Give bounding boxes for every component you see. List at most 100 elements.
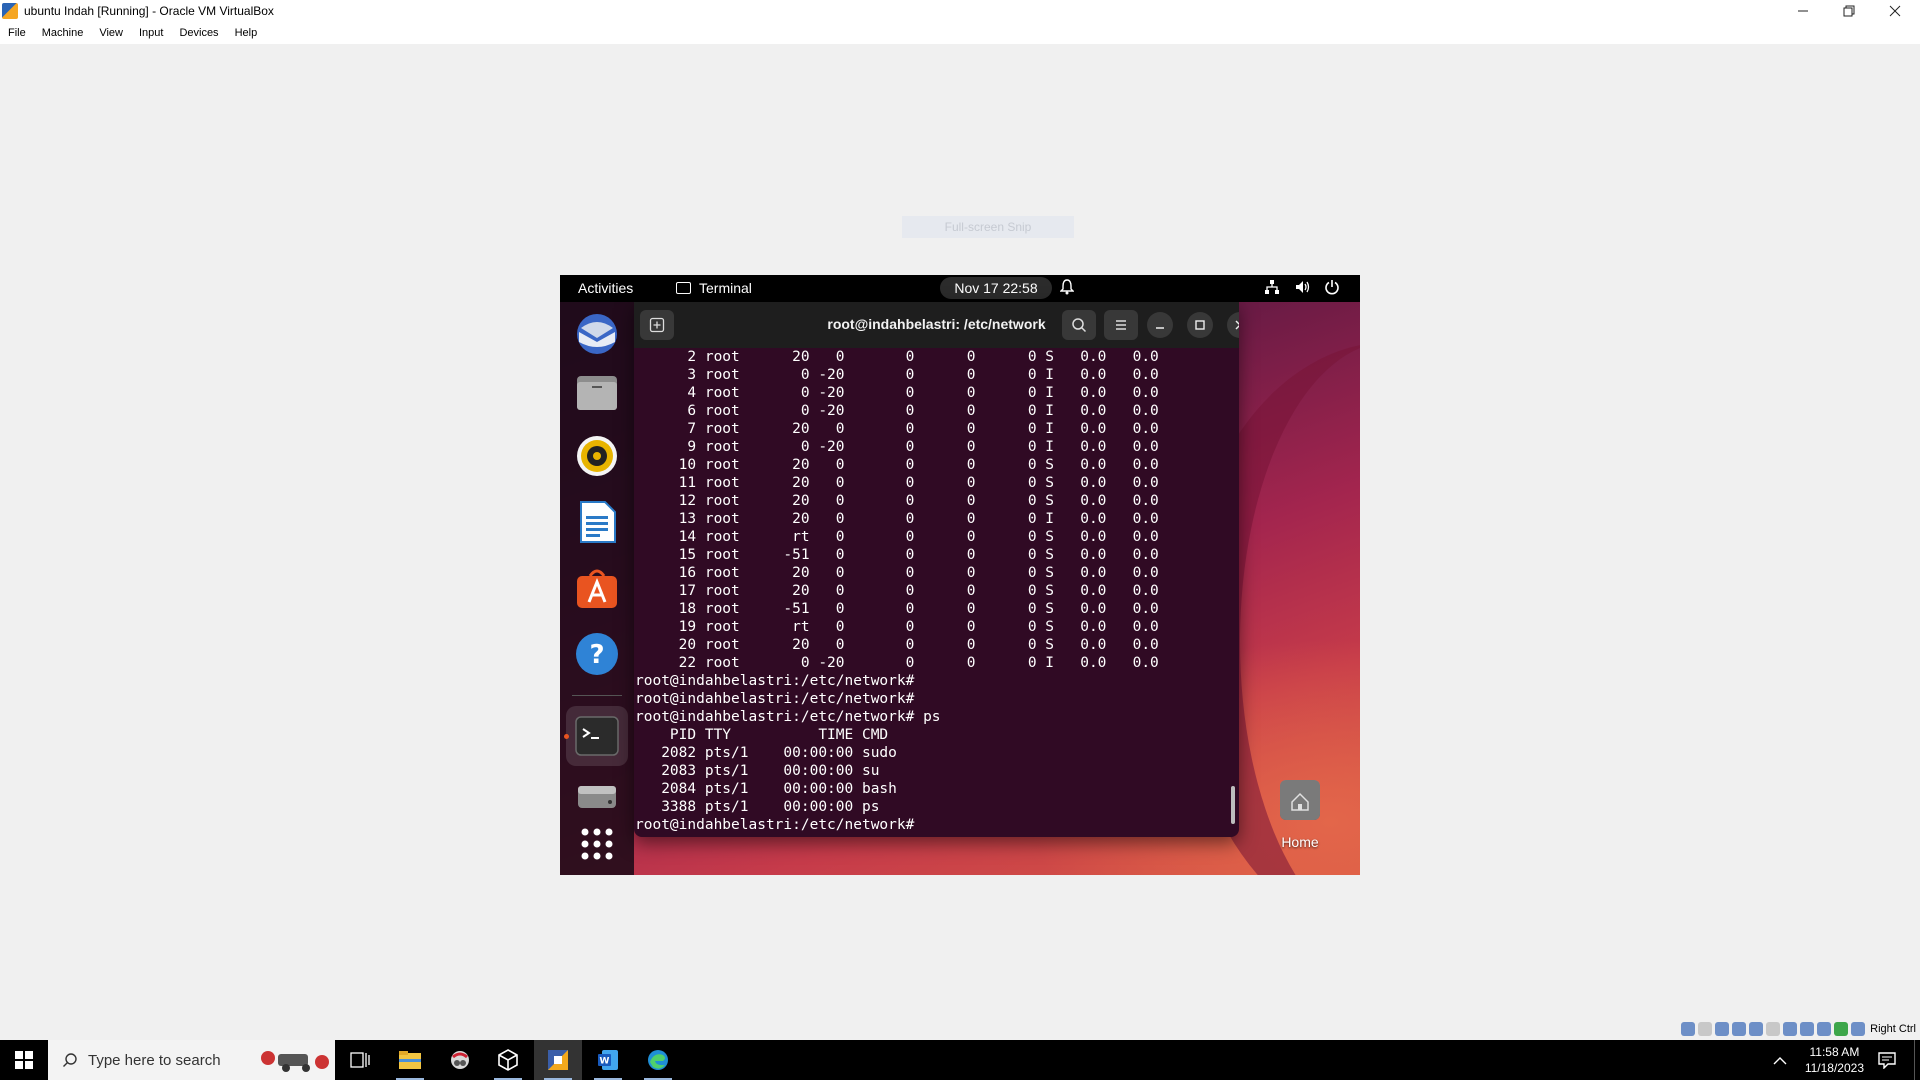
menu-view[interactable]: View bbox=[99, 27, 123, 39]
menu-file[interactable]: File bbox=[8, 27, 26, 39]
virtualbox-cube-icon bbox=[498, 1049, 518, 1071]
ubuntu-software-icon[interactable] bbox=[573, 564, 621, 612]
taskbar-virtualbox-vm-active[interactable] bbox=[534, 1040, 582, 1080]
guest-screen[interactable]: Activities Terminal Nov 17 22:58 ? root@… bbox=[560, 275, 1360, 875]
taskbar-date: 11/18/2023 bbox=[1804, 1061, 1864, 1075]
host-titlebar: ubuntu Indah [Running] - Oracle VM Virtu… bbox=[0, 0, 1920, 22]
notifications-icon[interactable] bbox=[1878, 1051, 1896, 1069]
thunderbird-icon[interactable] bbox=[573, 308, 621, 356]
notification-bell-icon bbox=[1060, 279, 1074, 295]
home-folder-icon[interactable] bbox=[1280, 780, 1320, 820]
recording-indicator-icon[interactable] bbox=[1800, 1022, 1815, 1036]
terminal-line: 13 root 20 0 0 0 0 I 0.0 0.0 bbox=[635, 511, 1159, 527]
rhythmbox-icon[interactable] bbox=[573, 432, 621, 480]
terminal-output[interactable]: 2 root 20 0 0 0 0 S 0.0 0.0 3 root 0 -20… bbox=[634, 348, 1239, 837]
file-explorer-icon bbox=[399, 1051, 421, 1069]
terminal-line: 20 root 20 0 0 0 0 S 0.0 0.0 bbox=[635, 637, 1159, 653]
hamburger-menu-icon bbox=[1116, 320, 1126, 330]
terminal-line: 18 root -51 0 0 0 0 S 0.0 0.0 bbox=[635, 601, 1159, 617]
clock-button[interactable]: Nov 17 22:58 bbox=[940, 277, 1052, 299]
terminal-maximize-button[interactable] bbox=[1187, 312, 1213, 338]
terminal-line: 3 root 0 -20 0 0 0 I 0.0 0.0 bbox=[635, 367, 1159, 383]
terminal-line: 2083 pts/1 00:00:00 su bbox=[635, 763, 880, 779]
host-menubar: File Machine View Input Devices Help bbox=[0, 22, 1920, 44]
menu-machine[interactable]: Machine bbox=[42, 27, 84, 39]
terminal-minimize-button[interactable] bbox=[1147, 312, 1173, 338]
minimize-button[interactable] bbox=[1780, 0, 1826, 22]
terminal-scrollbar[interactable] bbox=[1231, 786, 1235, 824]
help-icon[interactable]: ? bbox=[573, 630, 621, 678]
start-button[interactable] bbox=[0, 1040, 48, 1080]
files-icon[interactable] bbox=[573, 368, 621, 416]
taskbar-virtualbox[interactable] bbox=[484, 1040, 532, 1080]
hard-disk-indicator-icon[interactable] bbox=[1681, 1022, 1696, 1036]
libreoffice-writer-icon[interactable] bbox=[573, 498, 621, 546]
audio-indicator-icon[interactable] bbox=[1715, 1022, 1730, 1036]
terminal-line: 15 root -51 0 0 0 0 S 0.0 0.0 bbox=[635, 547, 1159, 563]
terminal-line: 17 root 20 0 0 0 0 S 0.0 0.0 bbox=[635, 583, 1159, 599]
microsoft-word-icon: W bbox=[598, 1050, 618, 1070]
terminal-line: 7 root 20 0 0 0 0 I 0.0 0.0 bbox=[635, 421, 1159, 437]
terminal-headerbar[interactable]: root@indahbelastri: /etc/network bbox=[634, 302, 1239, 348]
drive-icon[interactable] bbox=[573, 772, 621, 820]
terminal-window[interactable]: root@indahbelastri: /etc/network 2 root … bbox=[634, 302, 1239, 837]
snipping-tool-icon bbox=[451, 1051, 469, 1069]
menu-help[interactable]: Help bbox=[235, 27, 258, 39]
search-button[interactable] bbox=[1062, 310, 1096, 340]
taskbar-file-explorer[interactable] bbox=[386, 1040, 434, 1080]
network-icon bbox=[1265, 280, 1279, 294]
shared-folders-indicator-icon[interactable] bbox=[1766, 1022, 1781, 1036]
dock-terminal-icon[interactable] bbox=[573, 712, 621, 760]
taskbar-snipping-tool[interactable] bbox=[436, 1040, 484, 1080]
taskbar-clock[interactable]: 11:58 AM 11/18/2023 bbox=[1805, 1044, 1864, 1076]
terminal-line: 3388 pts/1 00:00:00 ps bbox=[635, 799, 880, 815]
usb-indicator-icon[interactable] bbox=[1749, 1022, 1764, 1036]
close-button[interactable] bbox=[1872, 0, 1918, 22]
terminal-icon bbox=[676, 282, 691, 294]
terminal-line: 6 root 0 -20 0 0 0 I 0.0 0.0 bbox=[635, 403, 1159, 419]
activities-button[interactable]: Activities bbox=[578, 280, 633, 296]
app-menu-terminal[interactable]: Terminal bbox=[676, 280, 752, 296]
cpu-indicator-icon[interactable] bbox=[1817, 1022, 1832, 1036]
virtualbox-app-icon bbox=[2, 3, 18, 19]
minimize-icon bbox=[1798, 10, 1808, 12]
taskbar-search-box[interactable]: Type here to search bbox=[48, 1040, 335, 1080]
task-view-button[interactable] bbox=[336, 1040, 384, 1080]
taskbar-word[interactable]: W bbox=[584, 1040, 632, 1080]
running-indicator bbox=[564, 734, 569, 739]
snip-hint: Full-screen Snip bbox=[902, 216, 1074, 238]
maximize-icon bbox=[1195, 320, 1205, 330]
terminal-line: 16 root 20 0 0 0 0 S 0.0 0.0 bbox=[635, 565, 1159, 581]
terminal-line: 22 root 0 -20 0 0 0 I 0.0 0.0 bbox=[635, 655, 1159, 671]
terminal-line: 4 root 0 -20 0 0 0 I 0.0 0.0 bbox=[635, 385, 1159, 401]
mouse-integration-indicator-icon[interactable] bbox=[1834, 1022, 1849, 1036]
terminal-line: 9 root 0 -20 0 0 0 I 0.0 0.0 bbox=[635, 439, 1159, 455]
search-placeholder: Type here to search bbox=[88, 1051, 221, 1069]
volume-icon bbox=[1296, 281, 1310, 293]
terminal-line: PID TTY TIME CMD bbox=[635, 727, 889, 743]
terminal-line: 2084 pts/1 00:00:00 bash bbox=[635, 781, 897, 797]
gnome-topbar: Activities Terminal Nov 17 22:58 bbox=[560, 275, 1360, 302]
terminal-line: 10 root 20 0 0 0 0 S 0.0 0.0 bbox=[635, 457, 1159, 473]
microsoft-edge-icon bbox=[648, 1050, 668, 1070]
display-indicator-icon[interactable] bbox=[1783, 1022, 1798, 1036]
terminal-line: 2082 pts/1 00:00:00 sudo bbox=[635, 745, 897, 761]
menu-devices[interactable]: Devices bbox=[179, 27, 218, 39]
restore-button[interactable] bbox=[1826, 0, 1872, 22]
show-desktop-button[interactable] bbox=[1914, 1040, 1920, 1080]
network-indicator-icon[interactable] bbox=[1732, 1022, 1747, 1036]
menu-input[interactable]: Input bbox=[139, 27, 163, 39]
show-hidden-icons-chevron-icon[interactable] bbox=[1773, 1055, 1787, 1065]
terminal-prompt-line: root@indahbelastri:/etc/network# bbox=[635, 817, 915, 833]
optical-drive-indicator-icon[interactable] bbox=[1698, 1022, 1713, 1036]
virtualbox-vm-icon bbox=[548, 1050, 568, 1070]
svg-text:W: W bbox=[600, 1057, 610, 1067]
menu-button[interactable] bbox=[1104, 310, 1138, 340]
show-apps-grid-icon[interactable] bbox=[573, 820, 621, 868]
terminal-line: 19 root rt 0 0 0 0 S 0.0 0.0 bbox=[635, 619, 1159, 635]
keyboard-indicator-icon[interactable] bbox=[1851, 1022, 1866, 1036]
terminal-prompt-line: root@indahbelastri:/etc/network# bbox=[635, 673, 915, 689]
taskbar-edge[interactable] bbox=[634, 1040, 682, 1080]
system-status-area[interactable] bbox=[1264, 279, 1340, 295]
close-icon bbox=[1235, 320, 1239, 330]
